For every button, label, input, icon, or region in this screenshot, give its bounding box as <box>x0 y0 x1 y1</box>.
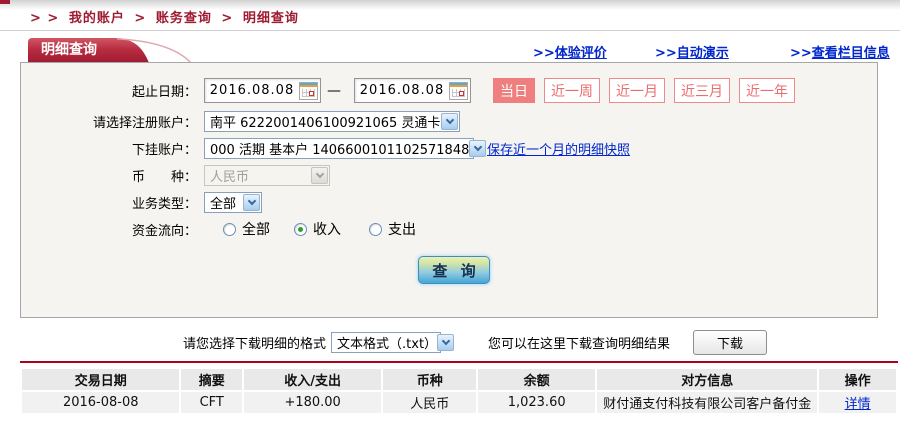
dropdown-arrow-icon <box>441 113 458 130</box>
cell-summary: CFT <box>181 392 242 413</box>
currency-select-disabled: 人民币 <box>204 165 330 186</box>
fund-flow-label: 资金流向： <box>21 220 197 239</box>
download-hint-text: 您可以在这里下载查询明细结果 <box>488 333 670 352</box>
end-date-input[interactable]: 2016.08.08 <box>354 78 471 103</box>
date-range-row: 起止日期： 2016.08.08 — 2016.08.08 当日 近一周 <box>21 78 877 103</box>
sub-account-row: 下挂账户： 000 活期 基本户 1406600101102571848 保存近… <box>21 138 877 159</box>
link-experience-rating[interactable]: >>体验评价 <box>533 42 607 61</box>
date-range-label: 起止日期： <box>21 81 197 100</box>
cell-currency: 人民币 <box>383 392 476 413</box>
quick-range-today-button[interactable]: 当日 <box>493 78 535 103</box>
download-row: 请您选择下载明细的格式 文本格式（.txt） 您可以在这里下载查询明细结果 下载 <box>0 330 900 355</box>
breadcrumb-separator: > <box>221 11 233 26</box>
module-tab: 明细查询 <box>28 38 211 63</box>
quick-range-last-3-months-button[interactable]: 近三月 <box>674 78 730 103</box>
radio-unchecked-icon[interactable] <box>369 223 382 236</box>
query-button[interactable]: 查 询 <box>418 256 490 284</box>
registered-account-row: 请选择注册账户： 南平 6222001406100921065 灵通卡 <box>21 111 877 132</box>
breadcrumb: > > 我的账户 > 账务查询 > 明细查询 <box>30 7 303 26</box>
fund-flow-row: 资金流向： 全部 收入 支出 <box>21 219 877 239</box>
breadcrumb-item-my-account[interactable]: 我的账户 <box>69 11 125 26</box>
quick-range-last-year-button[interactable]: 近一年 <box>739 78 795 103</box>
header-counterparty: 对方信息 <box>597 369 817 390</box>
business-type-value: 全部 <box>210 193 236 212</box>
cell-counterparty: 财付通支付科技有限公司客户备付金 <box>597 392 817 413</box>
breadcrumb-item-detail-query[interactable]: 明细查询 <box>243 11 299 26</box>
page: > > 我的账户 > 账务查询 > 明细查询 明细查询 >>体验评价 >>自动演… <box>0 0 900 422</box>
start-date-input[interactable]: 2016.08.08 <box>204 78 321 103</box>
breadcrumb-item-account-query[interactable]: 账务查询 <box>156 11 212 26</box>
header-income-expense: 收入/支出 <box>244 369 381 390</box>
download-format-label: 请您选择下载明细的格式 <box>183 333 326 352</box>
header-currency: 币种 <box>383 369 476 390</box>
table-row: 2016-08-08 CFT +180.00 人民币 1,023.60 财付通支… <box>22 392 896 413</box>
radio-unchecked-icon[interactable] <box>223 223 236 236</box>
link-auto-demo[interactable]: >>自动演示 <box>655 42 729 61</box>
currency-row: 币 种： 人民币 <box>21 165 877 186</box>
download-button[interactable]: 下载 <box>693 330 767 355</box>
cell-amount: +180.00 <box>244 392 381 413</box>
cell-balance: 1,023.60 <box>478 392 595 413</box>
business-type-select[interactable]: 全部 <box>204 192 262 213</box>
business-type-row: 业务类型： 全部 <box>21 192 877 213</box>
tab-swoosh-decoration <box>101 38 211 63</box>
registered-account-select[interactable]: 南平 6222001406100921065 灵通卡 <box>204 111 460 132</box>
download-format-value: 文本格式（.txt） <box>337 333 437 352</box>
currency-value: 人民币 <box>210 166 249 185</box>
header-action: 操作 <box>819 369 896 390</box>
detail-link[interactable]: 详情 <box>845 397 871 412</box>
business-type-label: 业务类型： <box>21 193 197 212</box>
dropdown-arrow-icon <box>437 334 454 351</box>
breadcrumb-arrows: > > <box>30 11 59 26</box>
download-format-select[interactable]: 文本格式（.txt） <box>331 332 441 353</box>
calendar-icon[interactable] <box>299 82 318 100</box>
table-header-row: 交易日期 摘要 收入/支出 币种 余额 对方信息 操作 <box>22 369 896 390</box>
quick-range-last-week-button[interactable]: 近一周 <box>544 78 600 103</box>
end-date-value: 2016.08.08 <box>355 83 449 98</box>
transaction-table: 交易日期 摘要 收入/支出 币种 余额 对方信息 操作 2016-08-08 C… <box>20 367 898 415</box>
fund-flow-option-all[interactable]: 全部 <box>223 219 270 239</box>
date-range-dash: — <box>327 83 341 99</box>
sub-account-select[interactable]: 000 活期 基本户 1406600101102571848 <box>204 138 474 159</box>
dropdown-arrow-icon <box>311 167 328 184</box>
page-title: 明细查询 <box>28 38 101 63</box>
sub-account-value: 000 活期 基本户 1406600101102571848 <box>210 139 469 158</box>
link-view-column-info[interactable]: >>查看栏目信息 <box>790 42 890 61</box>
registered-account-label: 请选择注册账户： <box>21 112 197 131</box>
top-left-marker <box>0 0 10 4</box>
breadcrumb-separator: > <box>134 11 146 26</box>
cell-transaction-date: 2016-08-08 <box>22 392 179 413</box>
calendar-icon[interactable] <box>449 82 468 100</box>
radio-checked-icon[interactable] <box>294 223 307 236</box>
header-transaction-date: 交易日期 <box>22 369 179 390</box>
query-form-panel: 起止日期： 2016.08.08 — 2016.08.08 当日 近一周 <box>20 62 878 318</box>
sub-account-label: 下挂账户： <box>21 139 197 158</box>
fund-flow-option-income[interactable]: 收入 <box>294 219 341 239</box>
dropdown-arrow-icon <box>469 140 486 157</box>
quick-range-last-month-button[interactable]: 近一月 <box>609 78 665 103</box>
start-date-value: 2016.08.08 <box>205 83 299 98</box>
header-balance: 余额 <box>478 369 595 390</box>
header-summary: 摘要 <box>181 369 242 390</box>
currency-label: 币 种： <box>21 166 197 185</box>
dropdown-arrow-icon <box>243 194 260 211</box>
table-top-red-line <box>20 361 898 363</box>
divider-line <box>0 30 900 31</box>
registered-account-value: 南平 6222001406100921065 灵通卡 <box>210 112 440 131</box>
save-snapshot-link[interactable]: 保存近一个月的明细快照 <box>487 139 630 158</box>
fund-flow-option-expense[interactable]: 支出 <box>369 219 416 239</box>
